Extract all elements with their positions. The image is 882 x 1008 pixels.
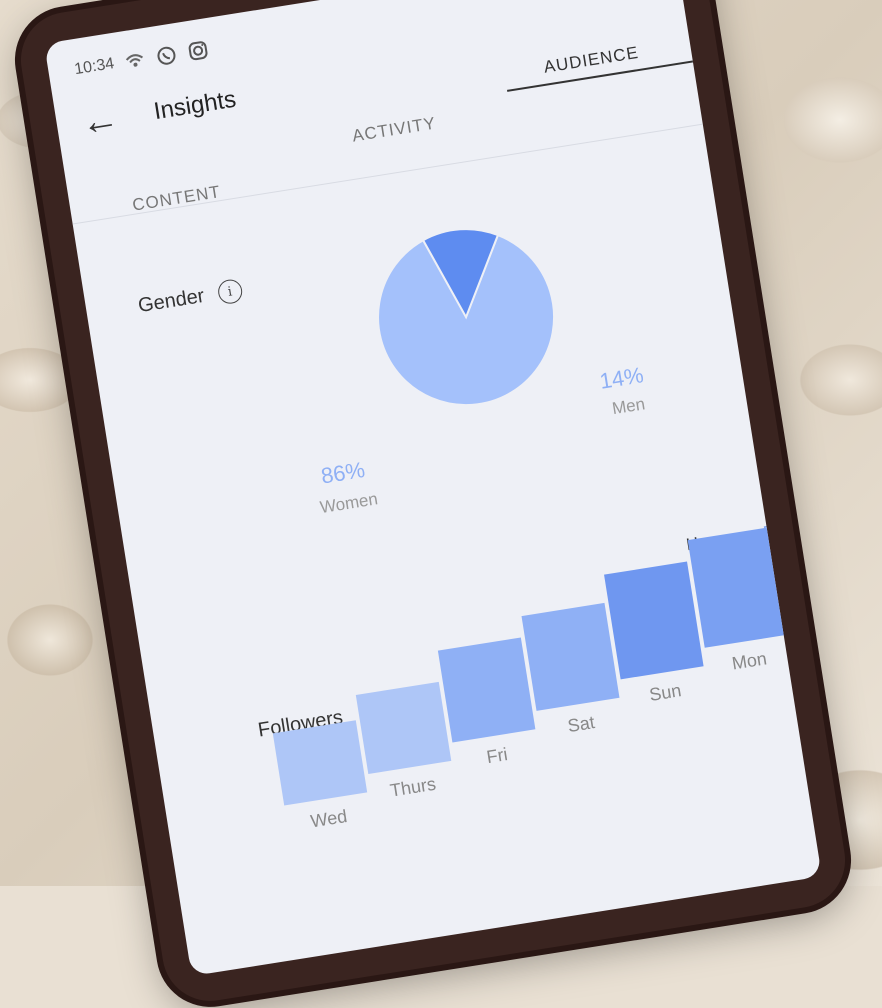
day-label-fri: Fri xyxy=(485,744,509,768)
gender-section-title: Gender i xyxy=(136,277,244,318)
followers-bar-chart: WedThursFriSatSunMonTues xyxy=(254,488,822,875)
bar-wed[interactable] xyxy=(272,720,368,806)
gender-label: Gender xyxy=(136,284,206,317)
bar-fri[interactable] xyxy=(437,637,536,743)
tab-content[interactable]: CONTENT xyxy=(131,182,222,216)
wifi-icon xyxy=(123,50,148,71)
bar-mon[interactable] xyxy=(687,527,788,648)
tab-bar: CONTENT ACTIVITY AUDIENCE xyxy=(63,43,715,225)
day-label-wed: Wed xyxy=(309,805,349,832)
status-time: 10:34 xyxy=(73,55,116,79)
status-bar: 10:34 xyxy=(73,40,210,79)
men-label: Men xyxy=(610,394,647,419)
women-label: Women xyxy=(318,489,380,518)
back-arrow-icon[interactable]: ← xyxy=(78,97,122,144)
bar-sat[interactable] xyxy=(521,602,620,711)
header: ← Insights xyxy=(78,81,239,145)
page-title: Insights xyxy=(151,85,238,126)
day-label-sat: Sat xyxy=(566,712,597,737)
bar-sun[interactable] xyxy=(604,561,704,680)
men-percent: 14% xyxy=(597,362,646,394)
info-icon[interactable]: i xyxy=(216,277,244,306)
whatsapp-icon xyxy=(154,45,179,66)
bar-thurs[interactable] xyxy=(355,681,452,774)
instagram-icon xyxy=(186,40,211,61)
day-label-mon: Mon xyxy=(730,648,769,674)
day-label-sun: Sun xyxy=(647,680,683,705)
insights-screen: 10:34 ← Insights CONTENT ACTIVITY AUDIEN… xyxy=(44,0,822,977)
women-percent: 86% xyxy=(319,456,367,489)
tab-activity[interactable]: ACTIVITY xyxy=(351,114,438,147)
day-label-thurs: Thurs xyxy=(388,773,438,801)
gender-pie-chart xyxy=(377,228,555,407)
